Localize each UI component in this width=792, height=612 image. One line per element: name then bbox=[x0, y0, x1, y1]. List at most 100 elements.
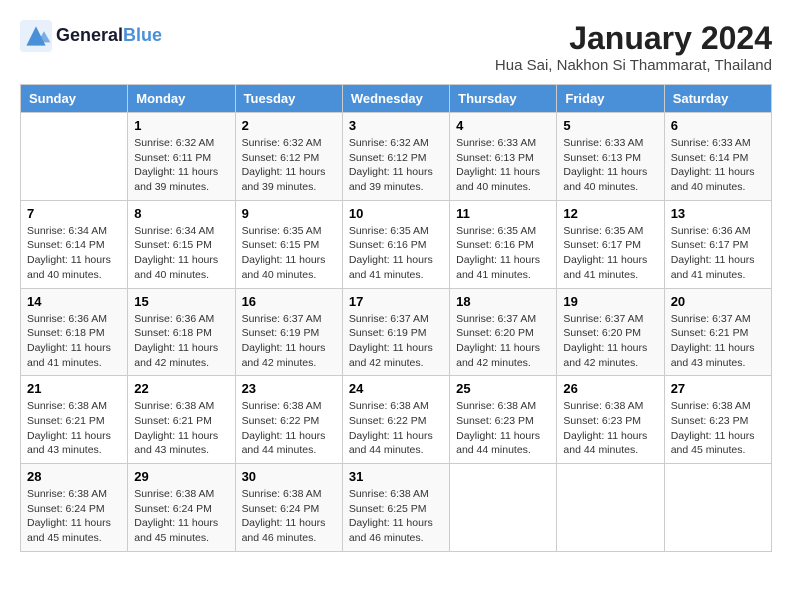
day-number: 16 bbox=[242, 294, 336, 309]
day-header-saturday: Saturday bbox=[664, 85, 771, 113]
calendar-cell: 28Sunrise: 6:38 AMSunset: 6:24 PMDayligh… bbox=[21, 464, 128, 552]
day-info: Sunrise: 6:37 AMSunset: 6:20 PMDaylight:… bbox=[456, 312, 550, 371]
day-number: 29 bbox=[134, 469, 228, 484]
calendar-cell: 21 Sunrise: 6:38 AMSunset: 6:21 PMDayligh… bbox=[21, 376, 128, 464]
calendar-cell: 2Sunrise: 6:32 AMSunset: 6:12 PMDaylight… bbox=[235, 113, 342, 201]
calendar-cell: 22Sunrise: 6:38 AMSunset: 6:21 PMDayligh… bbox=[128, 376, 235, 464]
day-number: 20 bbox=[671, 294, 765, 309]
day-info: Sunrise: 6:37 AMSunset: 6:21 PMDaylight:… bbox=[671, 312, 765, 371]
day-number: 28 bbox=[27, 469, 121, 484]
day-number: 24 bbox=[349, 381, 443, 396]
day-info: Sunrise: 6:35 AMSunset: 6:16 PMDaylight:… bbox=[456, 224, 550, 283]
day-number: 13 bbox=[671, 206, 765, 221]
day-header-sunday: Sunday bbox=[21, 85, 128, 113]
calendar-cell: 8Sunrise: 6:34 AMSunset: 6:15 PMDaylight… bbox=[128, 200, 235, 288]
calendar-table: SundayMondayTuesdayWednesdayThursdayFrid… bbox=[20, 84, 772, 552]
day-number: 27 bbox=[671, 381, 765, 396]
page-header: GeneralBlue January 2024 Hua Sai, Nakhon… bbox=[20, 20, 772, 74]
calendar-cell: 30 Sunrise: 6:38 AMSunset: 6:24 PMDayligh… bbox=[235, 464, 342, 552]
calendar-cell bbox=[664, 464, 771, 552]
calendar-cell: 6Sunrise: 6:33 AMSunset: 6:14 PMDaylight… bbox=[664, 113, 771, 201]
calendar-cell: 11 Sunrise: 6:35 AMSunset: 6:16 PMDayligh… bbox=[450, 200, 557, 288]
calendar-cell: 31 Sunrise: 6:38 AMSunset: 6:25 PMDayligh… bbox=[342, 464, 449, 552]
day-number: 30 bbox=[242, 469, 336, 484]
day-info: Sunrise: 6:38 AMSunset: 6:23 PMDaylight:… bbox=[671, 399, 765, 458]
calendar-cell: 1 Sunrise: 6:32 AMSunset: 6:11 PMDaylight… bbox=[128, 113, 235, 201]
location: Hua Sai, Nakhon Si Thammarat, Thailand bbox=[495, 57, 772, 74]
calendar-header-row: SundayMondayTuesdayWednesdayThursdayFrid… bbox=[21, 85, 772, 113]
day-info: Sunrise: 6:36 AMSunset: 6:18 PMDaylight:… bbox=[134, 312, 228, 371]
day-info: Sunrise: 6:37 AMSunset: 6:19 PMDaylight:… bbox=[242, 312, 336, 371]
calendar-week-4: 21 Sunrise: 6:38 AMSunset: 6:21 PMDayligh… bbox=[21, 376, 772, 464]
day-info: Sunrise: 6:38 AMSunset: 6:24 PMDaylight:… bbox=[134, 487, 228, 546]
day-info: Sunrise: 6:38 AMSunset: 6:21 PMDaylight:… bbox=[27, 399, 121, 458]
day-info: Sunrise: 6:38 AMSunset: 6:22 PMDaylight:… bbox=[242, 399, 336, 458]
day-number: 15 bbox=[134, 294, 228, 309]
calendar-cell bbox=[557, 464, 664, 552]
calendar-cell: 27 Sunrise: 6:38 AMSunset: 6:23 PMDayligh… bbox=[664, 376, 771, 464]
calendar-cell: 24 Sunrise: 6:38 AMSunset: 6:22 PMDayligh… bbox=[342, 376, 449, 464]
day-info: Sunrise: 6:32 AMSunset: 6:12 PMDaylight:… bbox=[242, 136, 336, 195]
calendar-cell: 19 Sunrise: 6:37 AMSunset: 6:20 PMDayligh… bbox=[557, 288, 664, 376]
day-number: 9 bbox=[242, 206, 336, 221]
day-number: 1 bbox=[134, 118, 228, 133]
day-info: Sunrise: 6:35 AMSunset: 6:17 PMDaylight:… bbox=[563, 224, 657, 283]
day-number: 26 bbox=[563, 381, 657, 396]
logo-icon bbox=[20, 20, 52, 52]
day-info: Sunrise: 6:33 AMSunset: 6:13 PMDaylight:… bbox=[456, 136, 550, 195]
day-info: Sunrise: 6:35 AMSunset: 6:16 PMDaylight:… bbox=[349, 224, 443, 283]
day-number: 23 bbox=[242, 381, 336, 396]
day-number: 18 bbox=[456, 294, 550, 309]
title-section: January 2024 Hua Sai, Nakhon Si Thammara… bbox=[495, 20, 772, 74]
calendar-cell bbox=[450, 464, 557, 552]
calendar-cell: 10 Sunrise: 6:35 AMSunset: 6:16 PMDayligh… bbox=[342, 200, 449, 288]
calendar-cell: 18 Sunrise: 6:37 AMSunset: 6:20 PMDayligh… bbox=[450, 288, 557, 376]
day-number: 22 bbox=[134, 381, 228, 396]
month-year: January 2024 bbox=[495, 20, 772, 57]
day-header-wednesday: Wednesday bbox=[342, 85, 449, 113]
day-number: 10 bbox=[349, 206, 443, 221]
day-info: Sunrise: 6:34 AMSunset: 6:14 PMDaylight:… bbox=[27, 224, 121, 283]
day-number: 3 bbox=[349, 118, 443, 133]
day-info: Sunrise: 6:35 AMSunset: 6:15 PMDaylight:… bbox=[242, 224, 336, 283]
calendar-cell: 9 Sunrise: 6:35 AMSunset: 6:15 PMDaylight… bbox=[235, 200, 342, 288]
day-info: Sunrise: 6:37 AMSunset: 6:20 PMDaylight:… bbox=[563, 312, 657, 371]
calendar-cell: 20 Sunrise: 6:37 AMSunset: 6:21 PMDayligh… bbox=[664, 288, 771, 376]
day-number: 12 bbox=[563, 206, 657, 221]
day-info: Sunrise: 6:38 AMSunset: 6:24 PMDaylight:… bbox=[242, 487, 336, 546]
calendar-week-3: 14 Sunrise: 6:36 AMSunset: 6:18 PMDayligh… bbox=[21, 288, 772, 376]
day-number: 11 bbox=[456, 206, 550, 221]
day-info: Sunrise: 6:37 AMSunset: 6:19 PMDaylight:… bbox=[349, 312, 443, 371]
day-header-friday: Friday bbox=[557, 85, 664, 113]
day-info: Sunrise: 6:38 AMSunset: 6:22 PMDaylight:… bbox=[349, 399, 443, 458]
calendar-cell: 23 Sunrise: 6:38 AMSunset: 6:22 PMDayligh… bbox=[235, 376, 342, 464]
day-number: 5 bbox=[563, 118, 657, 133]
day-number: 14 bbox=[27, 294, 121, 309]
calendar-cell bbox=[21, 113, 128, 201]
calendar-week-2: 7 Sunrise: 6:34 AMSunset: 6:14 PMDaylight… bbox=[21, 200, 772, 288]
calendar-cell: 13Sunrise: 6:36 AMSunset: 6:17 PMDayligh… bbox=[664, 200, 771, 288]
day-info: Sunrise: 6:33 AMSunset: 6:14 PMDaylight:… bbox=[671, 136, 765, 195]
day-info: Sunrise: 6:38 AMSunset: 6:23 PMDaylight:… bbox=[563, 399, 657, 458]
day-info: Sunrise: 6:32 AMSunset: 6:11 PMDaylight:… bbox=[134, 136, 228, 195]
day-header-thursday: Thursday bbox=[450, 85, 557, 113]
day-number: 17 bbox=[349, 294, 443, 309]
day-number: 19 bbox=[563, 294, 657, 309]
calendar-cell: 4Sunrise: 6:33 AMSunset: 6:13 PMDaylight… bbox=[450, 113, 557, 201]
day-info: Sunrise: 6:38 AMSunset: 6:25 PMDaylight:… bbox=[349, 487, 443, 546]
calendar-cell: 5 Sunrise: 6:33 AMSunset: 6:13 PMDaylight… bbox=[557, 113, 664, 201]
calendar-cell: 29 Sunrise: 6:38 AMSunset: 6:24 PMDayligh… bbox=[128, 464, 235, 552]
calendar-week-5: 28 Sunrise: 6:38 AMSunset: 6:24 PMDayligh… bbox=[21, 464, 772, 552]
logo-blue: Blue bbox=[123, 25, 162, 45]
day-number: 31 bbox=[349, 469, 443, 484]
day-info: Sunrise: 6:33 AMSunset: 6:13 PMDaylight:… bbox=[563, 136, 657, 195]
day-number: 7 bbox=[27, 206, 121, 221]
logo: GeneralBlue bbox=[20, 20, 162, 52]
day-info: Sunrise: 6:34 AMSunset: 6:15 PMDaylight:… bbox=[134, 224, 228, 283]
calendar-cell: 15 Sunrise: 6:36 AMSunset: 6:18 PMDayligh… bbox=[128, 288, 235, 376]
day-number: 21 bbox=[27, 381, 121, 396]
calendar-cell: 12 Sunrise: 6:35 AMSunset: 6:17 PMDayligh… bbox=[557, 200, 664, 288]
day-info: Sunrise: 6:36 AMSunset: 6:18 PMDaylight:… bbox=[27, 312, 121, 371]
calendar-cell: 7 Sunrise: 6:34 AMSunset: 6:14 PMDaylight… bbox=[21, 200, 128, 288]
logo-general: General bbox=[56, 25, 123, 45]
